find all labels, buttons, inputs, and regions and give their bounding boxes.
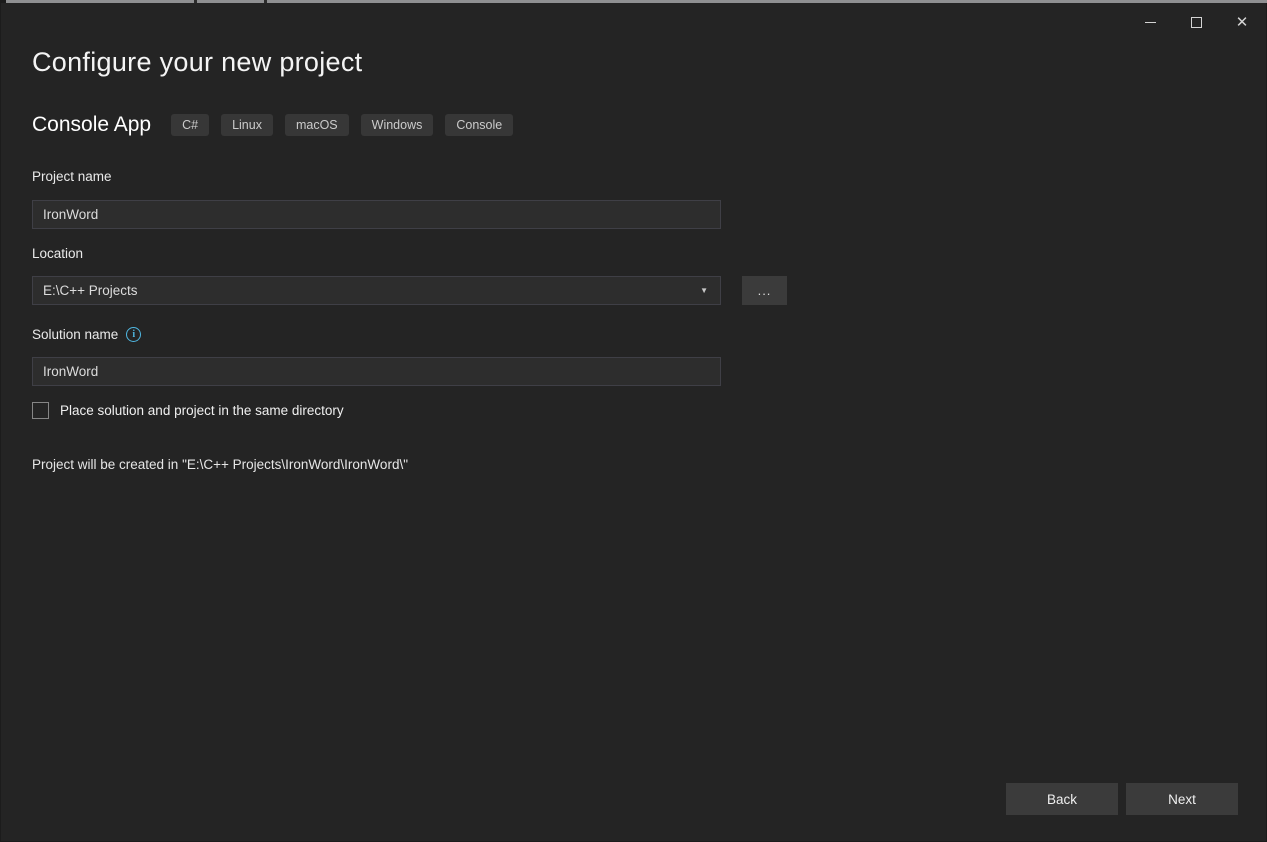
minimize-button[interactable] (1127, 3, 1173, 41)
project-name-input[interactable] (32, 200, 721, 229)
tag-windows: Windows (361, 114, 434, 136)
tag-console: Console (445, 114, 513, 136)
template-tags: C# Linux macOS Windows Console (171, 114, 513, 136)
same-directory-label: Place solution and project in the same d… (60, 403, 344, 418)
back-button[interactable]: Back (1006, 783, 1118, 815)
close-icon: ✕ (1236, 15, 1249, 30)
info-icon[interactable]: i (126, 327, 141, 342)
next-button[interactable]: Next (1126, 783, 1238, 815)
same-directory-checkbox-row[interactable]: Place solution and project in the same d… (32, 402, 344, 419)
creation-path-note: Project will be created in "E:\C++ Proje… (32, 457, 408, 472)
solution-name-input[interactable] (32, 357, 721, 386)
maximize-icon (1191, 17, 1202, 28)
tag-csharp: C# (171, 114, 209, 136)
configure-project-dialog: ✕ Configure your new project Console App… (0, 3, 1267, 842)
browse-location-button[interactable]: ... (742, 276, 787, 305)
same-directory-checkbox[interactable] (32, 402, 49, 419)
project-name-label: Project name (32, 169, 112, 184)
tag-linux: Linux (221, 114, 273, 136)
template-name: Console App (32, 113, 151, 137)
chevron-down-icon: ▼ (700, 286, 710, 295)
solution-name-label-text: Solution name (32, 327, 118, 342)
location-value: E:\C++ Projects (43, 283, 700, 298)
minimize-icon (1145, 22, 1156, 23)
maximize-button[interactable] (1173, 3, 1219, 41)
close-button[interactable]: ✕ (1219, 3, 1265, 41)
screen: ✕ Configure your new project Console App… (0, 0, 1267, 842)
solution-name-label: Solution name i (32, 327, 141, 342)
page-title: Configure your new project (32, 47, 362, 78)
location-combobox[interactable]: E:\C++ Projects ▼ (32, 276, 721, 305)
tag-macos: macOS (285, 114, 349, 136)
template-header: Console App C# Linux macOS Windows Conso… (32, 113, 513, 137)
location-label: Location (32, 246, 83, 261)
window-caption-controls: ✕ (1127, 3, 1265, 41)
